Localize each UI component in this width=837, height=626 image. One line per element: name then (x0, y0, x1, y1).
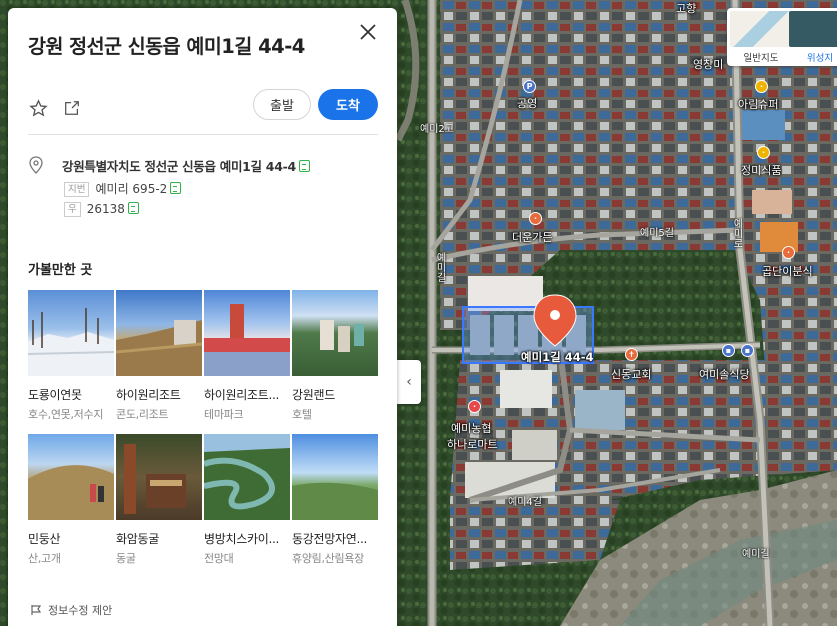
restaurant-poi-icon-2[interactable]: · (782, 246, 795, 259)
nearby-name: 하이원리조트 (116, 388, 181, 402)
normal-map-thumbnail (730, 11, 792, 47)
nearby-category: 동굴 (116, 552, 136, 565)
jibun-address: 지번 예미리 695-2 (64, 180, 182, 197)
nearby-card[interactable]: 강원랜드 호텔 (292, 290, 378, 422)
road-label: 예미2고 (420, 124, 454, 135)
map-type-toggle: 일반지도 위성지 (727, 8, 837, 66)
map-label: 고향 (676, 2, 697, 15)
share-button[interactable] (62, 98, 82, 118)
road-address: 강원특별자치도 정선군 신동읍 예미1길 44-4 (62, 156, 310, 175)
map-label: 영창미 (693, 58, 724, 71)
road-label: 예미길 (742, 549, 770, 560)
copy-icon[interactable] (127, 202, 139, 214)
collapse-panel-button[interactable]: ‹ (397, 360, 421, 404)
nearby-thumbnail (28, 434, 114, 520)
church-poi-icon[interactable]: ✝ (625, 348, 638, 361)
nearby-category: 테마파크 (204, 408, 244, 421)
nearby-category: 전망대 (204, 552, 234, 565)
nearby-card[interactable]: 도룡이연못 호수,연못,저수지 (28, 290, 114, 422)
road-label: 예미로 (731, 218, 742, 248)
nearby-name: 화암동굴 (116, 532, 159, 546)
nearby-card[interactable]: 동강전망자연... 휴양림,산림욕장 (292, 434, 378, 566)
store-poi-icon[interactable]: · (755, 80, 768, 93)
map-label: 곱단이분식 (762, 265, 813, 278)
map-label: 하나로마트 (447, 438, 498, 451)
nearby-name: 동강전망자연... (292, 532, 367, 546)
nearby-category: 호텔 (292, 408, 312, 421)
close-icon (360, 24, 376, 40)
road-label: 예미4길 (508, 497, 542, 508)
nearby-category: 휴양림,산림욕장 (292, 552, 364, 565)
map-type-satellite-label: 위성지 (806, 53, 834, 64)
map-label: 아림슈퍼 (738, 98, 779, 111)
postal-tag: 우 (64, 202, 81, 217)
road-address-text: 강원특별자치도 정선군 신동읍 예미1길 44-4 (62, 159, 296, 174)
bus-stop-icon-2[interactable]: ▪ (741, 344, 754, 357)
restaurant-poi-icon[interactable]: · (529, 212, 542, 225)
arrive-button[interactable]: 도착 (318, 89, 378, 120)
map-label: 공영 (517, 97, 538, 110)
depart-button[interactable]: 출발 (253, 89, 311, 120)
nearby-thumbnail (116, 434, 202, 520)
nearby-thumbnail (204, 290, 290, 376)
map-type-normal[interactable]: 일반지도 (727, 8, 792, 66)
location-pin-icon (28, 156, 44, 178)
nearby-card[interactable]: 하이원리조트... 테마파크 (204, 290, 290, 422)
copy-icon[interactable] (170, 182, 182, 194)
road-label: 예미5길 (640, 228, 674, 239)
nearby-name: 민둥산 (28, 532, 61, 546)
star-icon (28, 98, 48, 117)
copy-icon[interactable] (298, 160, 310, 172)
nearby-thumbnail (204, 434, 290, 520)
map-type-satellite[interactable]: 위성지 (786, 8, 837, 66)
nearby-thumbnail (292, 434, 378, 520)
nearby-card[interactable]: 민둥산 산,고개 (28, 434, 114, 566)
close-button[interactable] (356, 22, 380, 46)
chevron-left-icon: ‹ (406, 374, 412, 390)
place-detail-panel: 강원 정선군 신동읍 예미1길 44-4 출발 도착 강원특별자치도 정선군 신… (8, 8, 397, 626)
favorite-button[interactable] (28, 98, 48, 118)
divider (28, 134, 378, 135)
nearby-category: 콘도,리조트 (116, 408, 169, 421)
nearby-thumbnail (116, 290, 202, 376)
road-label: 예미길 (434, 252, 445, 282)
flag-icon (31, 605, 42, 615)
nearby-name: 하이원리조트... (204, 388, 279, 402)
postal-code: 우 26138 (64, 202, 139, 217)
suggest-edit-link[interactable]: 정보수정 제안 (30, 602, 112, 618)
map-type-normal-label: 일반지도 (743, 53, 779, 64)
action-icons (28, 98, 82, 118)
jibun-address-text: 예미리 695-2 (95, 182, 168, 196)
suggest-edit-label: 정보수정 제안 (48, 604, 113, 617)
map-label: 정미식품 (741, 164, 782, 177)
place-title: 강원 정선군 신동읍 예미1길 44-4 (28, 35, 305, 58)
nearby-thumbnail (28, 290, 114, 376)
nearby-section-title: 가볼만한 곳 (28, 263, 93, 278)
nearby-thumbnail (292, 290, 378, 376)
marker-label: 예미1길 44-4 (521, 350, 594, 364)
nearby-category: 호수,연못,저수지 (28, 408, 104, 421)
nearby-card[interactable]: 병방치스카이... 전망대 (204, 434, 290, 566)
nearby-category: 산,고개 (28, 552, 61, 565)
nearby-name: 강원랜드 (292, 388, 335, 402)
app-root: P · · · · ✝ · ▪ ▪ 고향 영창미 아림슈퍼 정미식품 공영 더운… (0, 0, 837, 626)
map-label: 여미솔식당 (699, 368, 750, 381)
satellite-map-thumbnail (789, 11, 837, 47)
map-label: 예미농협 (451, 422, 492, 435)
nearby-name: 병방치스카이... (204, 532, 279, 546)
nearby-name: 도룡이연못 (28, 388, 82, 402)
share-icon (65, 101, 79, 115)
jibun-tag: 지번 (64, 182, 90, 197)
nearby-card[interactable]: 화암동굴 동굴 (116, 434, 202, 566)
mart-poi-icon[interactable]: · (468, 400, 481, 413)
food-poi-icon[interactable]: · (757, 146, 770, 159)
parking-poi-icon[interactable]: P (523, 80, 536, 93)
map-label: 신동교회 (611, 368, 652, 381)
bus-stop-icon[interactable]: ▪ (722, 344, 735, 357)
nearby-card[interactable]: 하이원리조트 콘도,리조트 (116, 290, 202, 422)
postal-code-text: 26138 (86, 202, 125, 216)
map-label: 더운가든 (512, 231, 553, 244)
